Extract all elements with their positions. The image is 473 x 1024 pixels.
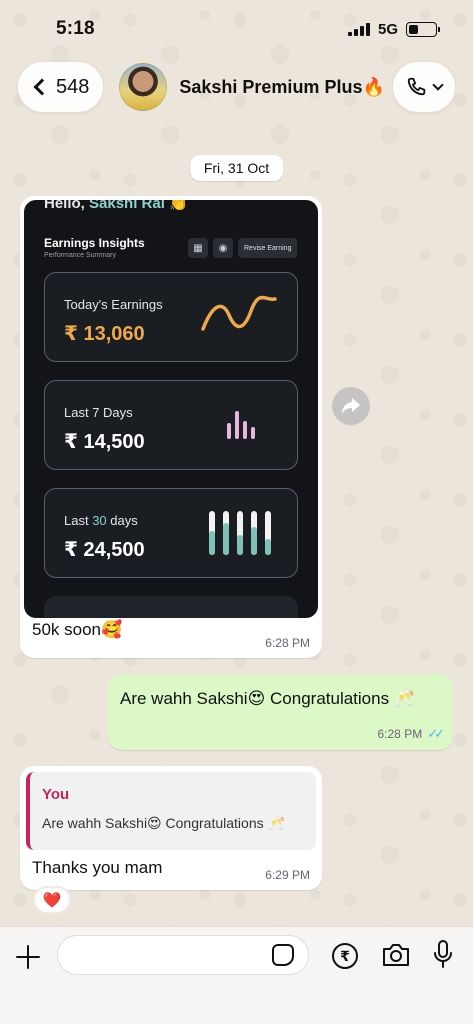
- progress-bars-icon: [209, 511, 271, 555]
- shared-image[interactable]: Hello, Sakshi Rai 👏 Earnings Insights Pe…: [24, 200, 318, 618]
- message-footer: 50k soon🥰 6:28 PM: [32, 620, 310, 654]
- card-label: Last 7 Days: [64, 405, 133, 420]
- status-time: 5:18: [56, 18, 95, 39]
- incoming-image-message[interactable]: Hello, Sakshi Rai 👏 Earnings Insights Pe…: [20, 196, 322, 658]
- calendar-icon: ▦: [188, 238, 208, 258]
- message-time: 6:29 PM: [265, 868, 310, 882]
- card-value: ₹ 24,500: [64, 539, 145, 561]
- trend-line-icon: [201, 295, 277, 331]
- sticker-icon[interactable]: [272, 944, 294, 966]
- payment-icon[interactable]: ₹: [332, 943, 358, 969]
- network-type: 5G: [377, 20, 398, 38]
- forward-icon: [342, 398, 360, 414]
- message-time: 6:28 PM: [377, 727, 423, 741]
- message-meta: 6:28 PM ✓✓: [377, 726, 445, 742]
- globe-icon: ◉: [213, 238, 233, 258]
- card-label: Today's Earnings: [64, 297, 163, 312]
- card-value: ₹ 14,500: [64, 431, 145, 453]
- camera-icon[interactable]: [381, 942, 411, 968]
- message-text: Thanks you mam: [32, 858, 163, 877]
- quote-text: Are wahh Sakshi😍 Congratulations 🥂: [42, 815, 285, 831]
- mini-bars-icon: [227, 411, 255, 439]
- plus-icon[interactable]: [14, 943, 42, 971]
- dash-title: Earnings Insights: [44, 236, 145, 250]
- card-label: Last 30 days: [64, 513, 138, 528]
- earnings-card-7-days: Last 7 Days ₹ 14,500: [44, 380, 298, 470]
- contact-name[interactable]: Sakshi Premium Plus🔥: [179, 77, 393, 98]
- revise-earning-button: Revise Earning: [238, 238, 298, 258]
- signal-icon: [347, 22, 370, 36]
- composer-bar: ₹: [0, 926, 473, 1024]
- microphone-icon[interactable]: [433, 939, 453, 971]
- dash-card-partial: [44, 596, 298, 618]
- back-button[interactable]: 548: [18, 62, 104, 112]
- avatar[interactable]: [119, 63, 168, 111]
- phone-icon: [407, 77, 426, 96]
- chevron-left-icon: [33, 78, 51, 96]
- quoted-message[interactable]: You Are wahh Sakshi😍 Congratulations 🥂: [26, 772, 316, 850]
- message-time: 6:28 PM: [265, 636, 310, 650]
- card-value: ₹ 13,060: [64, 323, 145, 345]
- chat-header: 548 Sakshi Premium Plus🔥: [0, 58, 473, 116]
- date-separator: Fri, 31 Oct: [189, 155, 284, 181]
- dash-greeting: Hello, Sakshi Rai 👏: [44, 200, 188, 212]
- status-icons: 5G: [347, 20, 440, 38]
- read-ticks-icon: ✓✓: [427, 726, 445, 741]
- incoming-reply-message[interactable]: You Are wahh Sakshi😍 Congratulations 🥂 T…: [20, 766, 322, 890]
- outgoing-message[interactable]: Are wahh Sakshi😍 Congratulations 🥂 6:28 …: [108, 674, 453, 750]
- forward-button[interactable]: [332, 387, 370, 425]
- earnings-card-today: Today's Earnings ₹ 13,060: [44, 272, 298, 362]
- quote-author: You: [42, 786, 70, 803]
- call-button[interactable]: [393, 62, 455, 112]
- status-bar: 5:18 5G: [0, 0, 473, 58]
- heart-reaction[interactable]: ❤️: [33, 886, 71, 914]
- unread-count: 548: [56, 75, 90, 98]
- earnings-card-30-days: Last 30 days ₹ 24,500: [44, 488, 298, 578]
- battery-icon: [406, 21, 440, 37]
- chevron-down-icon: [432, 79, 444, 91]
- message-text: Are wahh Sakshi😍 Congratulations 🥂: [120, 689, 415, 708]
- dash-subtitle: Performance Summary: [44, 252, 116, 259]
- message-text: 50k soon🥰: [32, 620, 123, 639]
